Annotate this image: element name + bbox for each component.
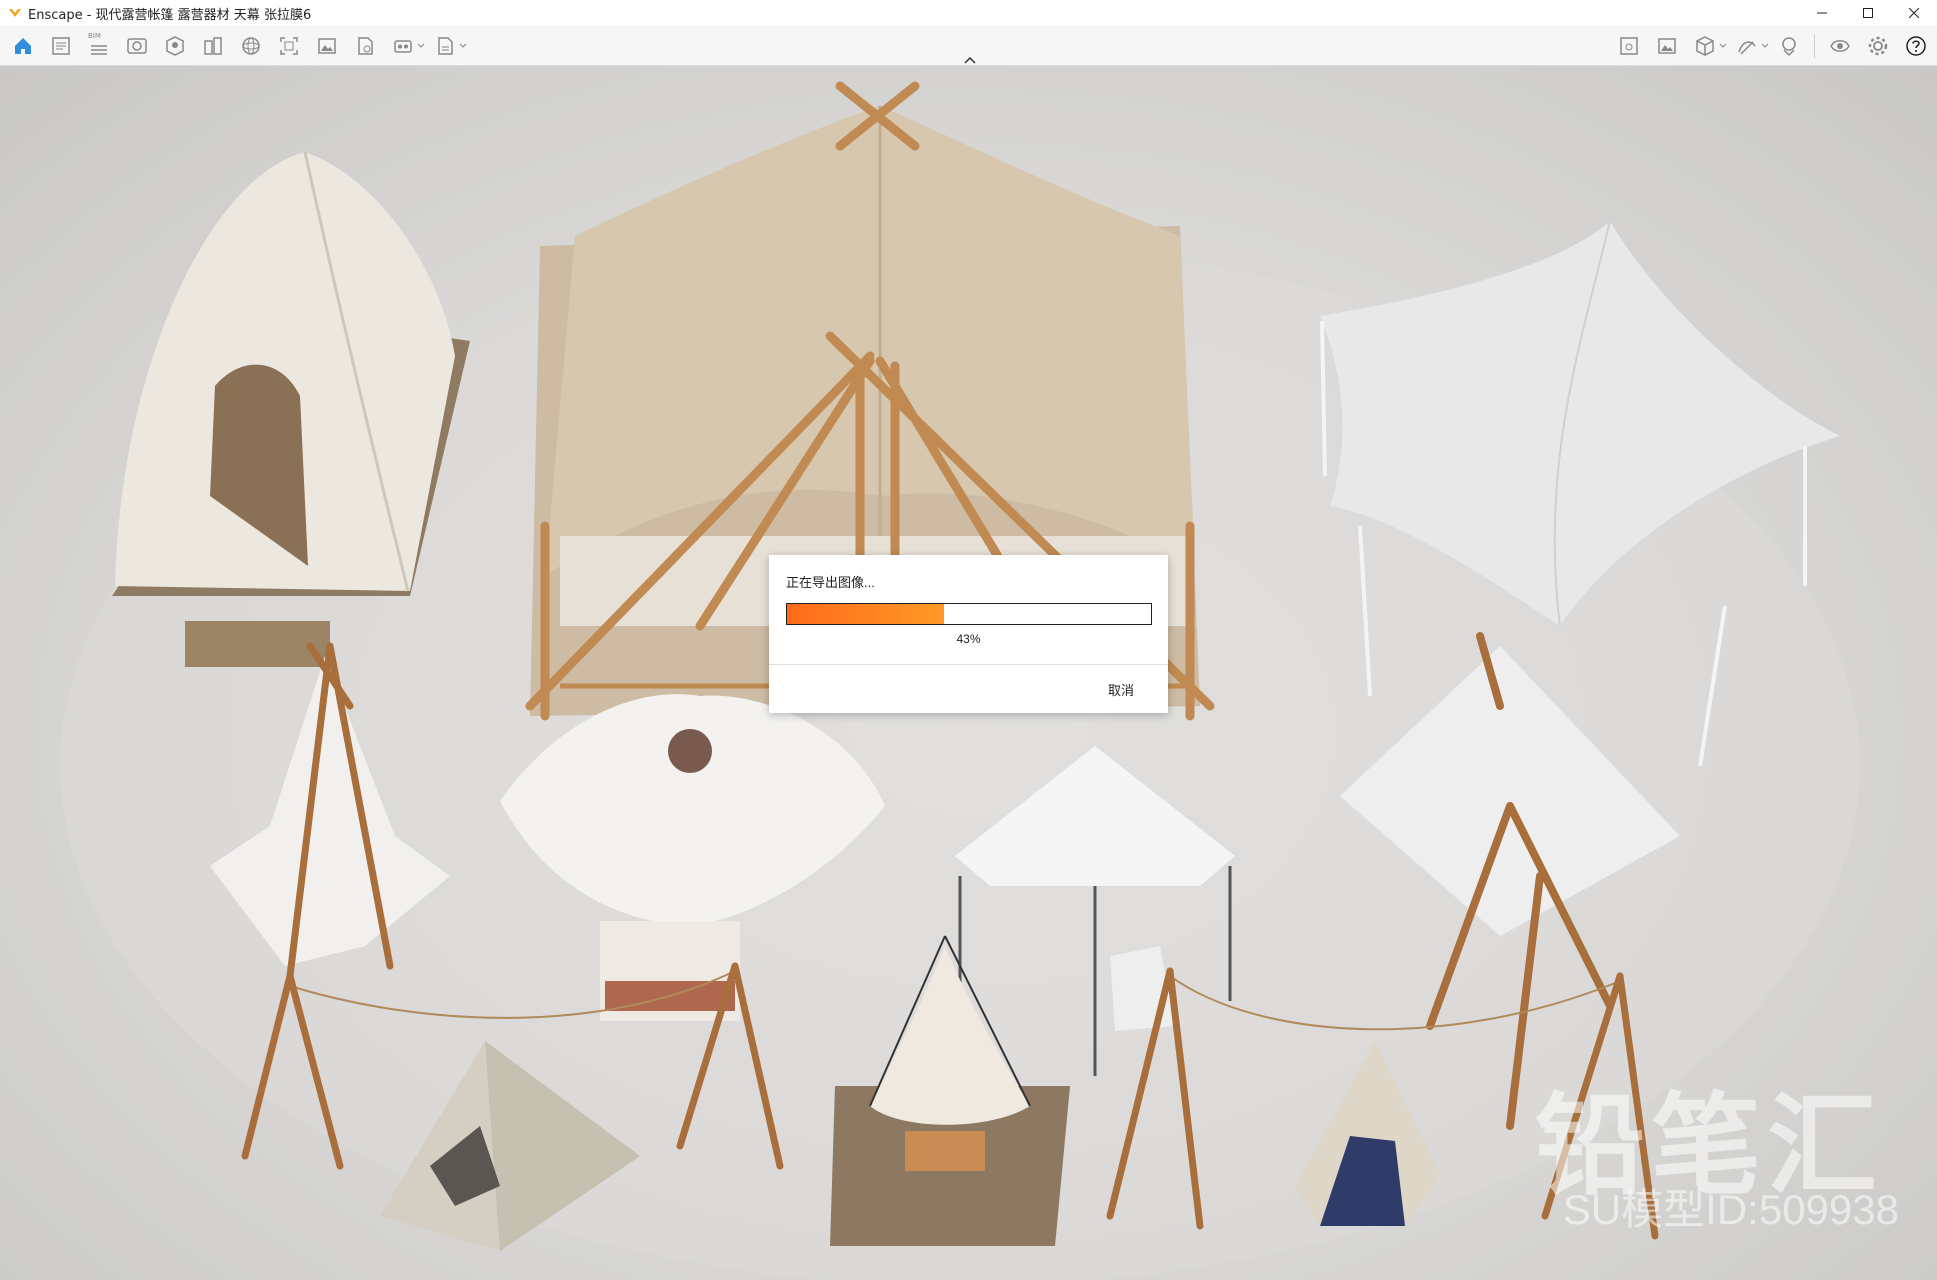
bim-button[interactable]: BIM	[84, 31, 114, 61]
sketch-button[interactable]	[1732, 31, 1762, 61]
dialog-divider	[769, 664, 1168, 665]
close-icon	[1909, 8, 1919, 18]
enscape-logo-icon	[9, 9, 21, 17]
live-update-icon	[1782, 37, 1796, 57]
screenshot-button[interactable]	[274, 31, 304, 61]
panorama-button[interactable]	[236, 31, 266, 61]
chevron-down-icon	[459, 43, 467, 48]
window-title: Enscape - 现代露营帐篷 露营器材 天幕 张拉膜6	[28, 7, 312, 23]
asset-library-icon	[166, 36, 184, 56]
project-info-icon	[52, 37, 70, 55]
image-export-button[interactable]	[312, 31, 342, 61]
home-icon	[15, 38, 31, 54]
minimize-icon	[1817, 12, 1827, 14]
help-button[interactable]	[1901, 31, 1931, 61]
export-progress-dialog: 正在导出图像... 43% 取消	[769, 555, 1168, 713]
export-icon	[438, 37, 453, 55]
view-management-button[interactable]	[1614, 31, 1644, 61]
visibility-button[interactable]	[1825, 31, 1855, 61]
chevron-down-icon	[1719, 43, 1727, 48]
home-button[interactable]	[8, 31, 38, 61]
help-icon	[1906, 36, 1926, 56]
image-gallery-button[interactable]	[1652, 31, 1682, 61]
image-export-icon	[318, 38, 336, 54]
eye-icon	[1830, 40, 1850, 52]
collapse-toolbar-icon[interactable]	[962, 54, 978, 66]
3d-view-button[interactable]	[1690, 31, 1720, 61]
chevron-down-icon	[417, 43, 425, 48]
material-editor-button[interactable]	[198, 31, 228, 61]
dialog-title: 正在导出图像...	[786, 575, 875, 590]
image-gallery-icon	[1658, 38, 1676, 54]
toolbar-divider	[1814, 34, 1815, 58]
batch-render-button[interactable]	[350, 31, 380, 61]
toolbar-right-group	[1610, 26, 1935, 66]
cancel-button[interactable]: 取消	[1108, 680, 1134, 699]
asset-library-button[interactable]	[160, 31, 190, 61]
screenshot-icon	[280, 37, 298, 55]
3d-view-icon	[1696, 36, 1714, 56]
live-update-button[interactable]	[1774, 31, 1804, 61]
toolbar: BIM	[0, 26, 1937, 66]
bim-label: BIM	[88, 32, 101, 40]
sketch-icon	[1738, 41, 1756, 55]
view-management-icon	[1620, 37, 1638, 55]
chevron-down-icon	[1761, 43, 1769, 48]
title-bar: Enscape - 现代露营帐篷 露营器材 天幕 张拉膜6	[0, 0, 1937, 26]
export-button[interactable]	[430, 31, 460, 61]
visual-settings-icon	[127, 38, 147, 54]
minimize-button[interactable]	[1799, 0, 1845, 26]
maximize-icon	[1863, 8, 1873, 18]
video-editor-button[interactable]	[388, 31, 418, 61]
project-info-button[interactable]	[46, 31, 76, 61]
settings-button[interactable]	[1863, 31, 1893, 61]
panorama-icon	[242, 37, 260, 55]
visual-settings-button[interactable]	[122, 31, 152, 61]
progress-percent: 43%	[956, 632, 981, 646]
progress-fill	[787, 604, 944, 624]
material-editor-icon	[204, 37, 222, 55]
batch-render-icon	[358, 37, 373, 55]
toolbar-left-group: BIM	[4, 26, 468, 66]
video-editor-icon	[394, 40, 412, 53]
progress-bar	[786, 603, 1152, 625]
close-button[interactable]	[1891, 0, 1937, 26]
gear-icon	[1868, 36, 1888, 56]
maximize-button[interactable]	[1845, 0, 1891, 26]
window-controls	[1799, 0, 1937, 26]
